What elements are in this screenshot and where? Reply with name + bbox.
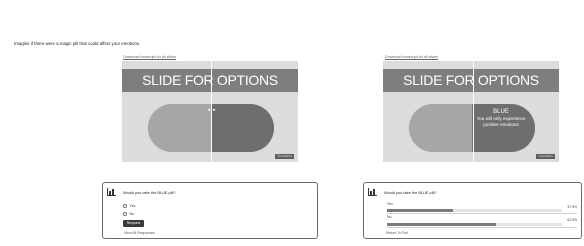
pill-left-half (409, 104, 472, 152)
radio-button-icon[interactable] (123, 204, 127, 208)
radio-button-icon[interactable] (123, 212, 127, 216)
return-to-poll-link[interactable]: Return To Poll (386, 231, 408, 235)
result-bar-fill (387, 223, 497, 226)
blue-option-description: You will only experience positive emotio… (476, 116, 526, 127)
bar-chart-icon (368, 188, 377, 196)
result-bar-yes (387, 209, 562, 212)
poll-question: Would you take the BLUE pill? (384, 190, 437, 195)
result-percent-no: 62.5% (567, 218, 577, 222)
pill-left-half (148, 104, 211, 152)
slide-right[interactable]: SLIDE FOR OPTIONS BLUE You will only exp… (383, 61, 559, 162)
poll-vote-card: Would you take the BLUE pill? Yes No Res… (102, 182, 318, 239)
slide-badge: ©LEARNING (275, 154, 294, 159)
page: Imagine if there were a magic pill that … (0, 0, 584, 246)
slider-arrows-icon[interactable]: ◂ ▸ (206, 107, 218, 114)
result-bar-no (387, 223, 562, 226)
poll-results-card: Would you take the BLUE pill? Yes 37.5% … (363, 182, 582, 239)
respond-button[interactable]: Respond (123, 220, 144, 227)
view-all-responses-link[interactable]: View All Responses (124, 231, 155, 235)
result-label-no: No (387, 215, 392, 219)
pill-right-half (211, 104, 274, 152)
slide-title: SLIDE FOR OPTIONS (122, 69, 298, 92)
result-bar-fill (387, 209, 453, 212)
slide-left[interactable]: SLIDE FOR OPTIONS ◂ ▸ ©LEARNING (122, 61, 298, 162)
slide-badge: ©LEARNING (536, 154, 555, 159)
blue-option-text: BLUE You will only experience positive e… (471, 108, 531, 128)
bar-chart-icon (107, 188, 116, 196)
intro-text: Imagine if there were a magic pill that … (14, 41, 141, 46)
poll-option-no[interactable]: No (123, 212, 134, 216)
result-label-yes: Yes (387, 202, 393, 206)
blue-option-title: BLUE (493, 109, 509, 115)
option-label: No (129, 212, 135, 216)
download-transcript-link-left[interactable]: Download transcript for all slides (123, 55, 176, 59)
divider (387, 227, 577, 228)
divider (387, 213, 577, 214)
poll-option-yes[interactable]: Yes (123, 204, 136, 208)
result-percent-yes: 37.5% (567, 205, 577, 209)
poll-question: Would you take the BLUE pill? (123, 190, 176, 195)
slide-title: SLIDE FOR OPTIONS (383, 69, 559, 92)
option-label: Yes (129, 204, 136, 208)
download-transcript-link-right[interactable]: Download transcript for all slides (385, 55, 438, 59)
